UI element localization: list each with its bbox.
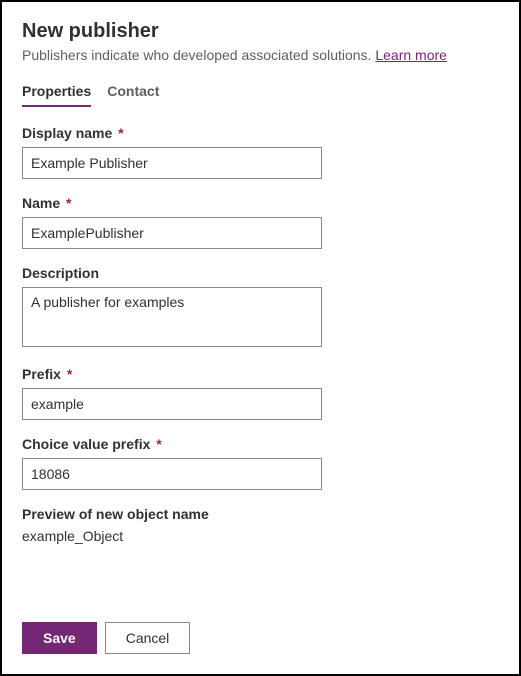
display-name-label: Display name * xyxy=(22,125,499,141)
cancel-button[interactable]: Cancel xyxy=(105,622,191,654)
description-input[interactable]: A publisher for examples xyxy=(22,287,322,347)
description-label: Description xyxy=(22,265,499,281)
prefix-label-text: Prefix xyxy=(22,366,61,382)
name-label: Name * xyxy=(22,195,499,211)
required-marker: * xyxy=(156,436,161,452)
display-name-input[interactable] xyxy=(22,147,322,179)
choice-value-prefix-label-text: Choice value prefix xyxy=(22,436,150,452)
choice-value-prefix-label: Choice value prefix * xyxy=(22,436,499,452)
field-preview: Preview of new object name example_Objec… xyxy=(22,506,499,544)
field-prefix: Prefix * xyxy=(22,366,499,420)
field-description: Description A publisher for examples xyxy=(22,265,499,350)
required-marker: * xyxy=(66,195,71,211)
panel-title: New publisher xyxy=(22,20,499,43)
panel-footer: Save Cancel xyxy=(22,622,190,654)
name-input[interactable] xyxy=(22,217,322,249)
required-marker: * xyxy=(67,366,72,382)
tab-properties[interactable]: Properties xyxy=(22,83,91,107)
field-name: Name * xyxy=(22,195,499,249)
subtitle-text: Publishers indicate who developed associ… xyxy=(22,47,375,63)
tab-contact[interactable]: Contact xyxy=(107,83,159,107)
preview-value: example_Object xyxy=(22,528,499,544)
field-display-name: Display name * xyxy=(22,125,499,179)
choice-value-prefix-input[interactable] xyxy=(22,458,322,490)
prefix-input[interactable] xyxy=(22,388,322,420)
panel-subtitle: Publishers indicate who developed associ… xyxy=(22,47,499,63)
field-choice-value-prefix: Choice value prefix * xyxy=(22,436,499,490)
tab-list: Properties Contact xyxy=(22,83,499,107)
required-marker: * xyxy=(118,125,123,141)
learn-more-link[interactable]: Learn more xyxy=(375,47,447,63)
preview-label: Preview of new object name xyxy=(22,506,499,522)
save-button[interactable]: Save xyxy=(22,622,97,654)
prefix-label: Prefix * xyxy=(22,366,499,382)
name-label-text: Name xyxy=(22,195,60,211)
new-publisher-panel: New publisher Publishers indicate who de… xyxy=(0,0,521,676)
display-name-label-text: Display name xyxy=(22,125,112,141)
